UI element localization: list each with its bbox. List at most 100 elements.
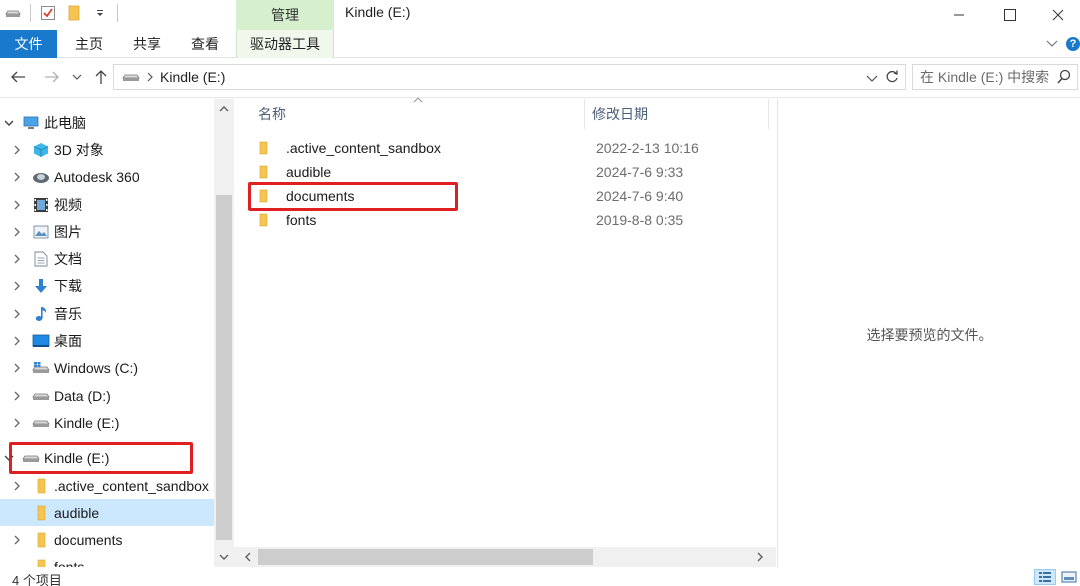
details-view-button[interactable]	[1034, 569, 1056, 585]
ribbon-tabs: 文件 主页 共享 查看 驱动器工具 ?	[0, 30, 1080, 58]
tab-home[interactable]: 主页	[62, 30, 116, 58]
horizontal-scrollbar[interactable]	[234, 547, 776, 567]
maximize-button[interactable]	[983, 0, 1037, 30]
refresh-button[interactable]	[885, 69, 899, 88]
scroll-down-icon[interactable]	[214, 549, 234, 565]
arrow-up-icon	[95, 70, 107, 84]
chevron-right-icon[interactable]	[10, 145, 24, 155]
quick-access-toolbar	[4, 4, 118, 22]
manage-tab[interactable]: 管理	[236, 0, 334, 30]
chevron-right-icon[interactable]	[10, 336, 24, 346]
up-button[interactable]	[92, 66, 110, 88]
address-bar[interactable]: Kindle (E:)	[113, 64, 906, 90]
help-icon: ?	[1066, 37, 1080, 51]
nav-item-music[interactable]: 音乐	[0, 300, 214, 327]
nav-item-data-d[interactable]: Data (D:)	[0, 382, 214, 409]
nav-scrollbar[interactable]	[214, 99, 234, 567]
title-bar: 管理 Kindle (E:)	[0, 0, 1080, 30]
scrollbar-thumb[interactable]	[216, 195, 232, 540]
nav-item-documents[interactable]: 文档	[0, 245, 214, 272]
large-icons-view-button[interactable]	[1058, 569, 1080, 585]
customize-toolbar-icon[interactable]	[91, 4, 109, 22]
music-icon	[32, 306, 50, 322]
pictures-icon	[32, 224, 50, 240]
file-name: .active_content_sandbox	[286, 140, 441, 156]
nav-item-pictures[interactable]: 图片	[0, 218, 214, 245]
folder-icon	[32, 532, 50, 548]
chevron-right-icon[interactable]	[10, 200, 24, 210]
help-button[interactable]: ?	[1066, 30, 1080, 58]
windows-drive-icon	[32, 360, 50, 376]
chevron-right-icon[interactable]	[10, 227, 24, 237]
column-header-name[interactable]: 名称	[258, 99, 286, 129]
scrollbar-thumb[interactable]	[258, 549, 593, 565]
chevron-right-icon[interactable]	[10, 363, 24, 373]
new-folder-icon[interactable]	[65, 4, 83, 22]
nav-item-label: 3D 对象	[54, 141, 104, 158]
chevron-right-icon[interactable]	[10, 254, 24, 264]
file-row[interactable]: .active_content_sandbox 2022-2-13 10:16	[250, 136, 770, 160]
nav-item-this-pc[interactable]: 此电脑	[0, 109, 214, 136]
nav-item-label: 文档	[54, 251, 82, 268]
file-date: 2019-8-8 0:35	[596, 212, 684, 228]
nav-item-label: 桌面	[54, 333, 82, 350]
drive-icon[interactable]	[4, 4, 22, 22]
address-row: Kindle (E:) 在 Kindle (E:) 中搜索	[0, 58, 1080, 98]
tab-view[interactable]: 查看	[178, 30, 232, 58]
nav-item-downloads[interactable]: 下载	[0, 273, 214, 300]
chevron-right-icon[interactable]	[10, 535, 24, 545]
tab-share[interactable]: 共享	[120, 30, 174, 58]
minimize-icon	[954, 14, 964, 16]
minimize-button[interactable]	[932, 0, 986, 30]
scroll-up-icon[interactable]	[214, 101, 234, 117]
nav-item-audible[interactable]: audible	[0, 499, 214, 527]
nav-item-kindle-e[interactable]: Kindle (E:)	[0, 409, 214, 436]
chevron-right-icon[interactable]	[10, 281, 24, 291]
chevron-right-icon[interactable]	[10, 391, 24, 401]
column-header-modified[interactable]: 修改日期	[592, 99, 648, 129]
chevron-down-icon[interactable]	[2, 119, 16, 127]
toolbar-divider	[30, 4, 31, 22]
nav-item-videos[interactable]: 视频	[0, 191, 214, 218]
chevron-right-icon[interactable]	[10, 481, 24, 491]
search-input[interactable]: 在 Kindle (E:) 中搜索	[912, 64, 1078, 90]
nav-item-documents-folder[interactable]: documents	[0, 526, 214, 553]
nav-item-desktop[interactable]: 桌面	[0, 327, 214, 354]
nav-item-label: Kindle (E:)	[54, 414, 120, 431]
nav-item-label: fonts	[54, 559, 84, 567]
file-row[interactable]: fonts 2019-8-8 0:35	[250, 208, 770, 232]
drive-icon	[32, 415, 50, 431]
nav-item-active-content-sandbox[interactable]: .active_content_sandbox	[0, 472, 214, 499]
forward-button[interactable]	[42, 66, 62, 88]
folder-icon	[258, 165, 272, 179]
nav-item-label: Data (D:)	[54, 387, 111, 404]
properties-icon[interactable]	[39, 4, 57, 22]
status-bar: 4 个项目	[0, 567, 1080, 586]
search-icon[interactable]	[1057, 69, 1071, 88]
scroll-right-icon[interactable]	[752, 549, 768, 565]
nav-item-label: 下载	[54, 278, 82, 295]
back-button[interactable]	[8, 66, 28, 88]
chevron-right-icon[interactable]	[10, 172, 24, 182]
chevron-right-icon[interactable]	[10, 418, 24, 428]
address-dropdown-button[interactable]	[866, 71, 878, 87]
chevron-down-icon	[72, 74, 82, 80]
sort-ascending-icon	[412, 95, 424, 107]
nav-item-windows-c[interactable]: Windows (C:)	[0, 355, 214, 382]
preview-pane: 选择要预览的文件。	[777, 99, 1080, 567]
tab-file[interactable]: 文件	[0, 30, 57, 58]
column-divider[interactable]	[768, 99, 769, 129]
column-divider[interactable]	[584, 99, 585, 129]
chevron-right-icon[interactable]	[10, 309, 24, 319]
videos-icon	[32, 197, 50, 213]
close-button[interactable]	[1036, 0, 1080, 30]
nav-item-3d-objects[interactable]: 3D 对象	[0, 136, 214, 163]
nav-item-fonts[interactable]: fonts	[0, 554, 214, 567]
address-path[interactable]: Kindle (E:)	[160, 69, 225, 85]
recent-locations-button[interactable]	[70, 66, 84, 88]
tab-drive-tools[interactable]: 驱动器工具	[236, 30, 334, 58]
nav-item-autodesk-360[interactable]: Autodesk 360	[0, 164, 214, 191]
expand-ribbon-button[interactable]	[1042, 30, 1062, 58]
file-row[interactable]: audible 2024-7-6 9:33	[250, 160, 770, 184]
scroll-left-icon[interactable]	[240, 549, 256, 565]
